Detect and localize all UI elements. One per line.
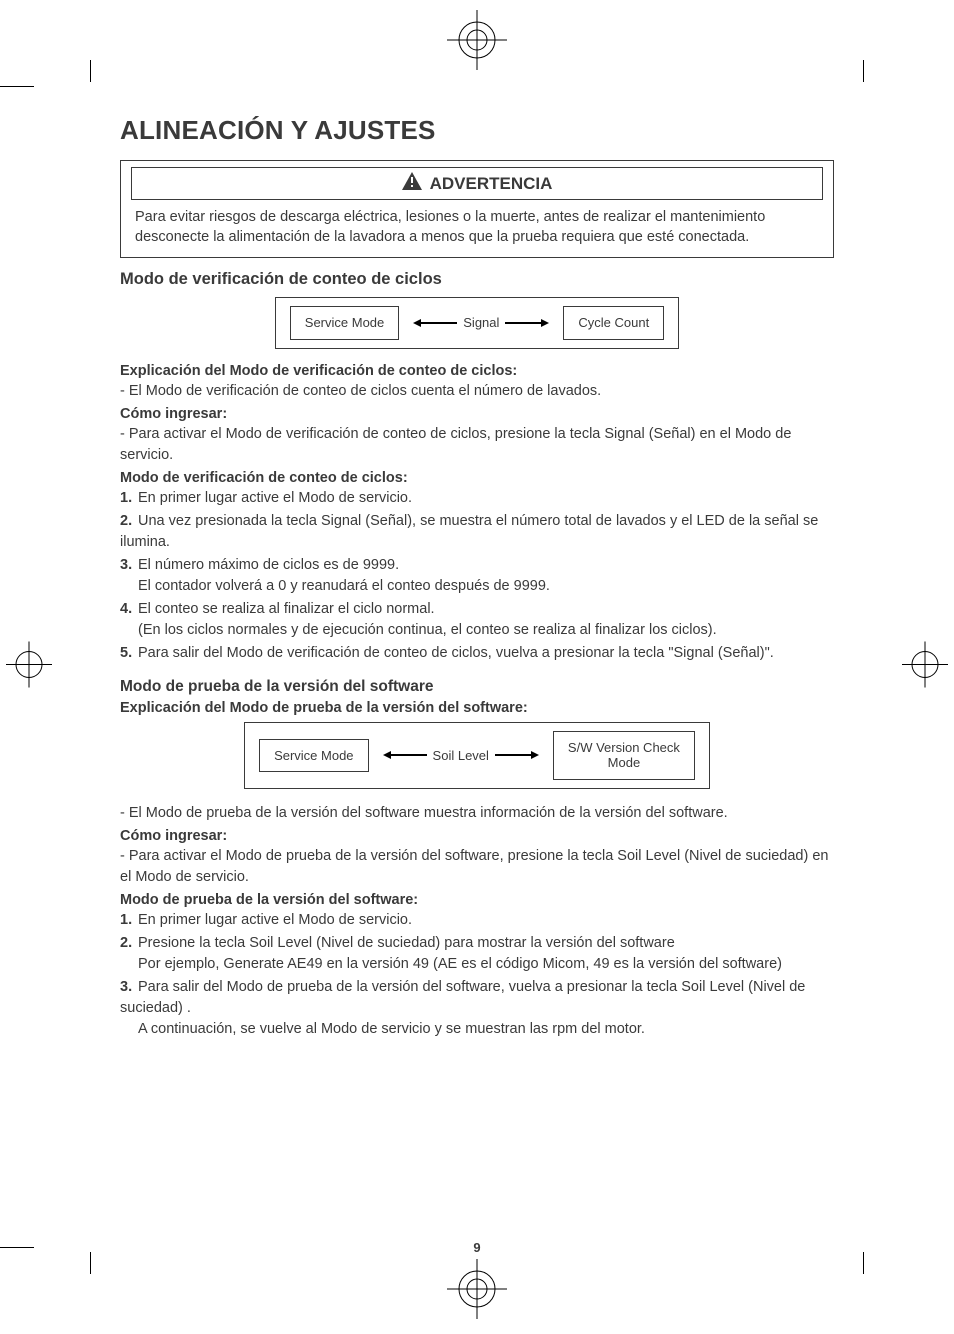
diagram-arrow-label: Soil Level xyxy=(433,748,489,763)
list-item: 4.El conteo se realiza al finalizar el c… xyxy=(120,599,834,641)
list-item: 2.Presione la tecla Soil Level (Nivel de… xyxy=(120,933,834,975)
diagram-box-cycle-count: Cycle Count xyxy=(563,306,664,340)
registration-mark-left xyxy=(6,642,52,693)
list-item: 1.En primer lugar active el Modo de serv… xyxy=(120,910,834,931)
cycle-count-diagram: Service Mode Signal Cycle Count xyxy=(120,297,834,349)
cycle-explain-text: - El Modo de verificación de conteo de c… xyxy=(120,381,834,402)
warning-header: ADVERTENCIA xyxy=(131,167,823,200)
cycle-enter-text: - Para activar el Modo de verificación d… xyxy=(120,424,834,466)
cycle-count-heading: Modo de verificación de conteo de ciclos xyxy=(120,270,834,289)
list-item: 1.En primer lugar active el Modo de serv… xyxy=(120,488,834,509)
sw-enter-text: - Para activar el Modo de prueba de la v… xyxy=(120,846,834,888)
sw-steps-list: 1.En primer lugar active el Modo de serv… xyxy=(120,910,834,1040)
sw-enter-heading: Cómo ingresar: xyxy=(120,828,834,844)
sw-heading: Modo de prueba de la versión del softwar… xyxy=(120,678,834,696)
cycle-mode-heading: Modo de verificación de conteo de ciclos… xyxy=(120,470,834,486)
cycle-steps-list: 1.En primer lugar active el Modo de serv… xyxy=(120,488,834,664)
registration-mark-top xyxy=(447,10,507,75)
list-item: 2.Una vez presionada la tecla Signal (Se… xyxy=(120,511,834,553)
diagram-box-service-mode: Service Mode xyxy=(259,739,368,773)
page-number: 9 xyxy=(120,1240,834,1255)
diagram-arrow-label: Signal xyxy=(463,315,499,330)
registration-mark-right xyxy=(902,642,948,693)
warning-label: ADVERTENCIA xyxy=(430,174,553,194)
diagram-box-service-mode: Service Mode xyxy=(290,306,399,340)
crop-mark xyxy=(0,86,34,87)
sw-line1: - El Modo de prueba de la versión del so… xyxy=(120,803,834,824)
cycle-enter-heading: Cómo ingresar: xyxy=(120,406,834,422)
diagram-box-sw-version: S/W Version Check Mode xyxy=(553,731,695,780)
crop-mark xyxy=(90,1252,91,1274)
crop-mark xyxy=(863,60,864,82)
list-item: 3.Para salir del Modo de prueba de la ve… xyxy=(120,977,834,1040)
sw-version-diagram: Service Mode Soil Level S/W Version Chec… xyxy=(120,722,834,789)
registration-mark-bottom xyxy=(447,1259,507,1324)
cycle-explain-heading: Explicación del Modo de verificación de … xyxy=(120,363,834,379)
page-content: ALINEACIÓN Y AJUSTES ADVERTENCIA Para ev… xyxy=(120,115,834,1219)
crop-mark xyxy=(90,60,91,82)
list-item: 5.Para salir del Modo de verificación de… xyxy=(120,643,834,664)
warning-box: ADVERTENCIA Para evitar riesgos de desca… xyxy=(120,160,834,258)
diagram-arrow-signal: Signal xyxy=(413,315,549,330)
crop-mark xyxy=(863,1252,864,1274)
warning-icon xyxy=(402,172,422,195)
warning-body: Para evitar riesgos de descarga eléctric… xyxy=(131,208,823,247)
sw-explain-heading: Explicación del Modo de prueba de la ver… xyxy=(120,700,834,716)
page-title: ALINEACIÓN Y AJUSTES xyxy=(120,115,834,146)
sw-mode-heading: Modo de prueba de la versión del softwar… xyxy=(120,892,834,908)
crop-mark xyxy=(0,1247,34,1248)
diagram-arrow-soil-level: Soil Level xyxy=(383,748,539,763)
list-item: 3.El número máximo de ciclos es de 9999.… xyxy=(120,555,834,597)
